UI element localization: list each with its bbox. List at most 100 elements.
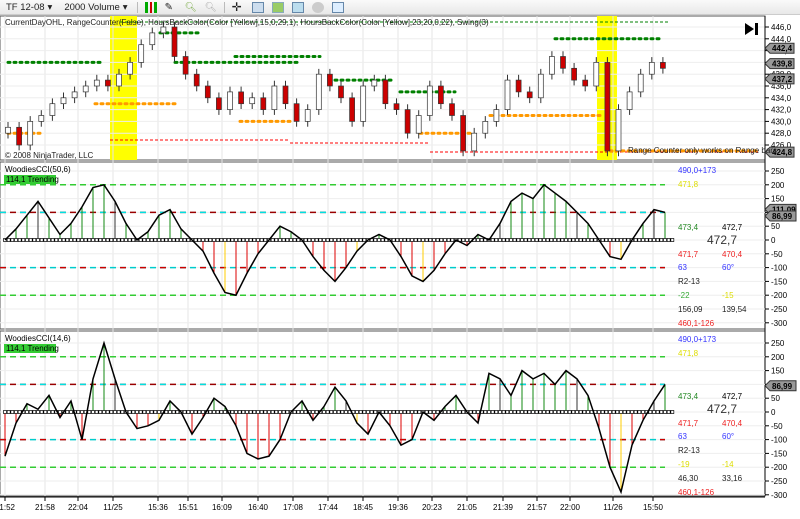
zero-line-marker (527, 410, 532, 414)
zero-line-marker (604, 238, 609, 242)
zero-line-marker (285, 410, 290, 414)
zero-line-marker (91, 238, 95, 242)
zero-line-marker (604, 410, 609, 414)
zero-line-marker (509, 410, 513, 414)
candle-body (537, 73, 544, 99)
zero-line-marker (91, 410, 95, 414)
scroll-to-end-button[interactable] (745, 22, 759, 36)
zero-line-marker (428, 238, 433, 242)
zero-line-marker (476, 410, 480, 414)
price-tag-label: 439,8 (772, 60, 793, 69)
zero-line-marker (542, 410, 546, 414)
zero-line-marker (593, 238, 598, 242)
zero-line-marker (270, 410, 275, 414)
zero-line-marker (281, 410, 286, 414)
zero-line-marker (520, 410, 524, 414)
candle-body (327, 73, 333, 87)
zero-line-marker (494, 238, 499, 242)
zero-line-marker (296, 410, 301, 414)
zero-line-marker (314, 238, 319, 242)
candle-body (238, 91, 244, 105)
chart-canvas[interactable]: 21:52 21:58 22:04 11/25 15:36 15:51 16:09 16:40… (0, 0, 800, 519)
zero-line-marker (131, 238, 136, 242)
candle-body (93, 79, 100, 87)
zero-line-marker (69, 410, 73, 414)
zero-line-marker (648, 238, 653, 242)
zero-line-marker (567, 410, 572, 414)
zero-line-marker (43, 410, 48, 414)
zero-line-marker (179, 238, 183, 242)
zero-line-marker (483, 410, 488, 414)
zero-line-marker (69, 238, 73, 242)
cci-axis-label: -200 (771, 291, 788, 300)
zero-line-marker (534, 410, 539, 414)
zero-line-marker (472, 410, 477, 414)
zero-line-marker (252, 410, 257, 414)
zero-line-marker (670, 238, 675, 242)
zero-line-marker (358, 238, 363, 242)
zero-line-marker (3, 410, 7, 414)
candle-body (193, 73, 200, 87)
zero-line-marker (538, 410, 543, 414)
zero-line-marker (509, 238, 513, 242)
cci-axis-label: 250 (771, 167, 785, 176)
cci-info-level: 471,8 (678, 349, 699, 358)
zero-line-marker (553, 410, 557, 414)
cci-indicator-label: WoodiesCCI(14,6) (5, 334, 71, 343)
zero-line-marker (417, 410, 422, 414)
zero-line-marker (201, 238, 205, 242)
zero-line-marker (571, 410, 576, 414)
cci-axis-label: 0 (771, 236, 776, 245)
zero-line-marker (28, 410, 33, 414)
zero-line-marker (54, 238, 59, 242)
zero-line-marker (545, 410, 550, 414)
zero-line-marker (626, 410, 631, 414)
zero-line-marker (76, 410, 81, 414)
zero-line-marker (501, 410, 506, 414)
zero-line-marker (6, 238, 11, 242)
zero-line-marker (380, 238, 385, 242)
zero-line-marker (652, 238, 656, 242)
zero-line-marker (32, 410, 37, 414)
zero-line-marker (531, 410, 535, 414)
zero-line-marker (424, 238, 429, 242)
zero-line-marker (600, 410, 605, 414)
zero-line-marker (344, 238, 348, 242)
candle-body (460, 115, 466, 152)
zero-line-marker (98, 238, 103, 242)
zero-line-marker (149, 410, 154, 414)
candle-body (160, 26, 167, 34)
price-indicator-label: CurrentDayOHL, RangeCounter(False), Hour… (5, 18, 489, 27)
zero-line-marker (373, 238, 378, 242)
candle-body (571, 67, 577, 81)
cci-axis-label: -50 (771, 422, 783, 431)
cci-axis-label: 0 (771, 408, 776, 417)
candle-body (105, 79, 111, 87)
zero-line-marker (303, 410, 308, 414)
cci-value-tag-label: 86,99 (772, 382, 793, 391)
zero-line-marker (208, 238, 213, 242)
zero-line-marker (505, 410, 510, 414)
zero-line-marker (366, 410, 370, 414)
zero-line-marker (355, 410, 359, 414)
cci-info-value: 472,7 (722, 223, 743, 232)
candle-body (204, 85, 211, 99)
zero-line-marker (611, 410, 616, 414)
zero-line-marker (373, 410, 378, 414)
cci-info-label: R2-13 (678, 446, 700, 455)
price-axis-label: 430,0 (771, 117, 792, 126)
x-axis-label: 20:23 (422, 503, 443, 512)
candle-body (493, 109, 500, 122)
cci-info-angle: 60° (722, 263, 734, 272)
candle-body (38, 115, 45, 122)
zero-line-marker (201, 410, 205, 414)
candle-body (338, 85, 344, 99)
zero-line-marker (28, 238, 33, 242)
zero-line-marker (116, 238, 121, 242)
zero-line-marker (245, 410, 249, 414)
zero-line-marker (241, 410, 246, 414)
zero-line-marker (589, 238, 594, 242)
cci-axis-label: -300 (771, 491, 788, 500)
zero-line-marker (523, 238, 528, 242)
zero-line-marker (615, 410, 620, 414)
